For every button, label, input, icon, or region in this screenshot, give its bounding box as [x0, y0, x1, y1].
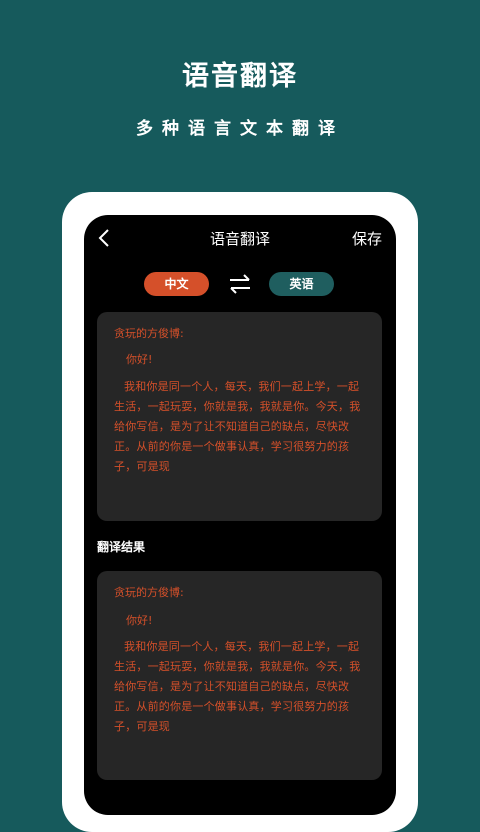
source-text-card[interactable]: 贪玩的方俊博: 你好! 我和你是同一个人，每天，我们一起上学，一起生活，一起玩耍…: [97, 312, 382, 521]
source-greeting: 你好!: [126, 353, 153, 366]
source-salutation: 贪玩的方俊博:: [114, 327, 184, 340]
app-screen: 语音翻译 保存 中文 英语 贪玩的方俊博: 你好! 我和你是同一个人，每天，我们…: [84, 215, 396, 815]
swap-arrows-icon: [230, 274, 250, 294]
target-language-button[interactable]: 英语: [269, 272, 334, 296]
source-body-text: 我和你是同一个人，每天，我们一起上学，一起生活，一起玩耍，你就是我，我就是你。今…: [114, 380, 361, 473]
result-greeting: 你好!: [126, 614, 153, 627]
source-language-button[interactable]: 中文: [144, 272, 209, 296]
promo-title: 语音翻译: [182, 61, 298, 92]
save-button[interactable]: 保存: [352, 228, 382, 249]
result-section-label: 翻译结果: [97, 540, 146, 554]
page-title: 语音翻译: [209, 230, 270, 248]
result-salutation: 贪玩的方俊博:: [114, 586, 184, 599]
result-body-text: 我和你是同一个人，每天，我们一起上学，一起生活，一起玩耍，你就是我，我就是你。今…: [114, 640, 361, 733]
swap-language-button[interactable]: [227, 272, 253, 296]
result-text-card: 贪玩的方俊博: 你好! 我和你是同一个人，每天，我们一起上学，一起生活，一起玩耍…: [97, 571, 382, 780]
promo-subtitle: 多种语言文本翻译: [136, 119, 344, 139]
nav-bar: 语音翻译 保存: [84, 215, 396, 261]
